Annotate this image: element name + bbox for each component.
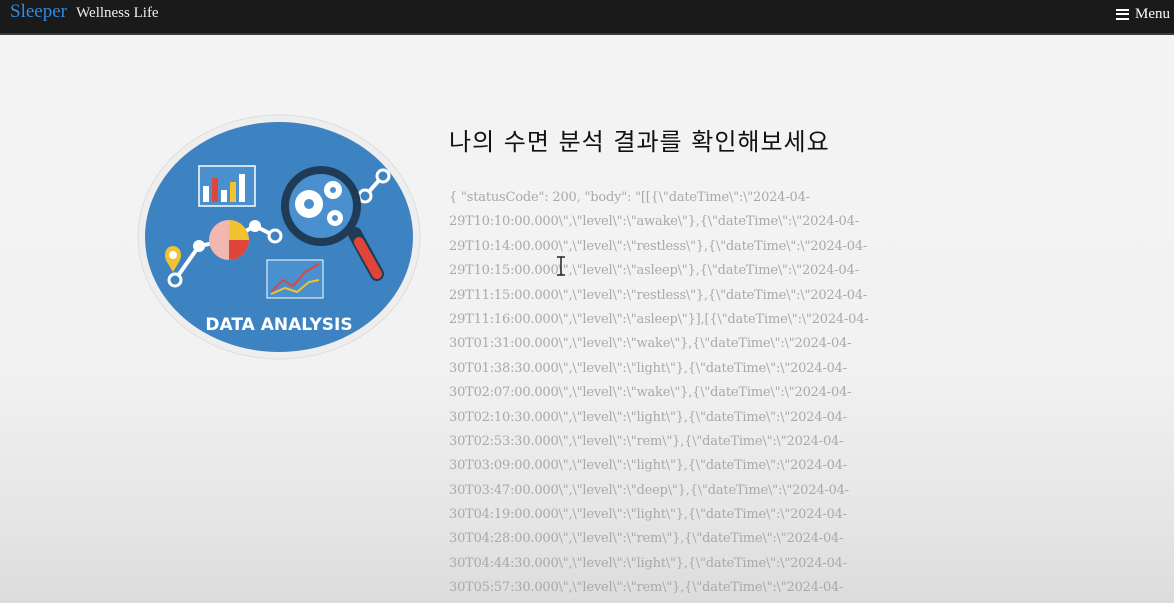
illustration-caption: DATA ANALYSIS [205,315,352,335]
json-line: 30T04:44:30.000\",\"level\":\"light\"},{… [449,555,847,571]
pie-chart-icon [209,220,249,260]
json-line: 30T04:28:00.000\",\"level\":\"rem\"},{\"… [449,531,844,547]
json-line: 30T05:57:30.000\",\"level\":\"rem\"},{\"… [449,580,844,596]
json-line: { "statusCode": 200, "body": "[[{\"dateT… [449,190,810,205]
json-line: 29T11:16:00.000\",\"level\":\"asleep\"}]… [449,311,869,327]
json-line: 30T02:07:00.000\",\"level\":\"wake\"},{\… [449,385,852,401]
bar-chart-icon [198,165,256,207]
json-line: 30T03:09:00.000\",\"level\":\"light\"},{… [449,458,847,474]
page-heading: 나의 수면 분석 결과를 확인해보세요 [449,128,830,156]
json-line: 29T10:15:00.000\",\"level\":\"asleep\"},… [449,263,859,279]
menu-label: Menu [1135,5,1170,22]
json-line: 30T04:19:00.000\",\"level\":\"light\"},{… [449,507,847,523]
top-navbar: Sleeper Wellness Life Menu [0,0,1174,35]
json-line: 30T03:47:00.000\",\"level\":\"deep\"},{\… [449,482,849,498]
text-cursor-icon [557,256,565,276]
hamburger-icon [1116,8,1129,20]
json-line: 30T01:38:30.000\",\"level\":\"light\"},{… [449,360,847,376]
json-line: 29T11:15:00.000\",\"level\":\"restless\"… [449,287,868,303]
brand-subtitle: Wellness Life [76,5,159,21]
json-line: 29T10:10:00.000\",\"level\":\"awake\"},{… [449,214,859,230]
menu-button[interactable]: Menu [1116,4,1170,24]
json-line: 30T01:31:00.000\",\"level\":\"wake\"},{\… [449,336,852,352]
brand-name: Sleeper [10,1,67,22]
json-line: 30T02:10:30.000\",\"level\":\"light\"},{… [449,409,847,425]
brand-logo[interactable]: Sleeper Wellness Life [10,1,159,23]
sleep-json-output: { "statusCode": 200, "body": "[[{\"dateT… [449,186,869,601]
json-line: 29T10:14:00.000\",\"level\":\"restless\"… [449,238,868,254]
line-chart-icon [266,259,324,299]
json-line: 30T02:53:30.000\",\"level\":\"rem\"},{\"… [449,433,844,449]
data-analysis-illustration: DATA ANALYSIS [137,114,421,360]
